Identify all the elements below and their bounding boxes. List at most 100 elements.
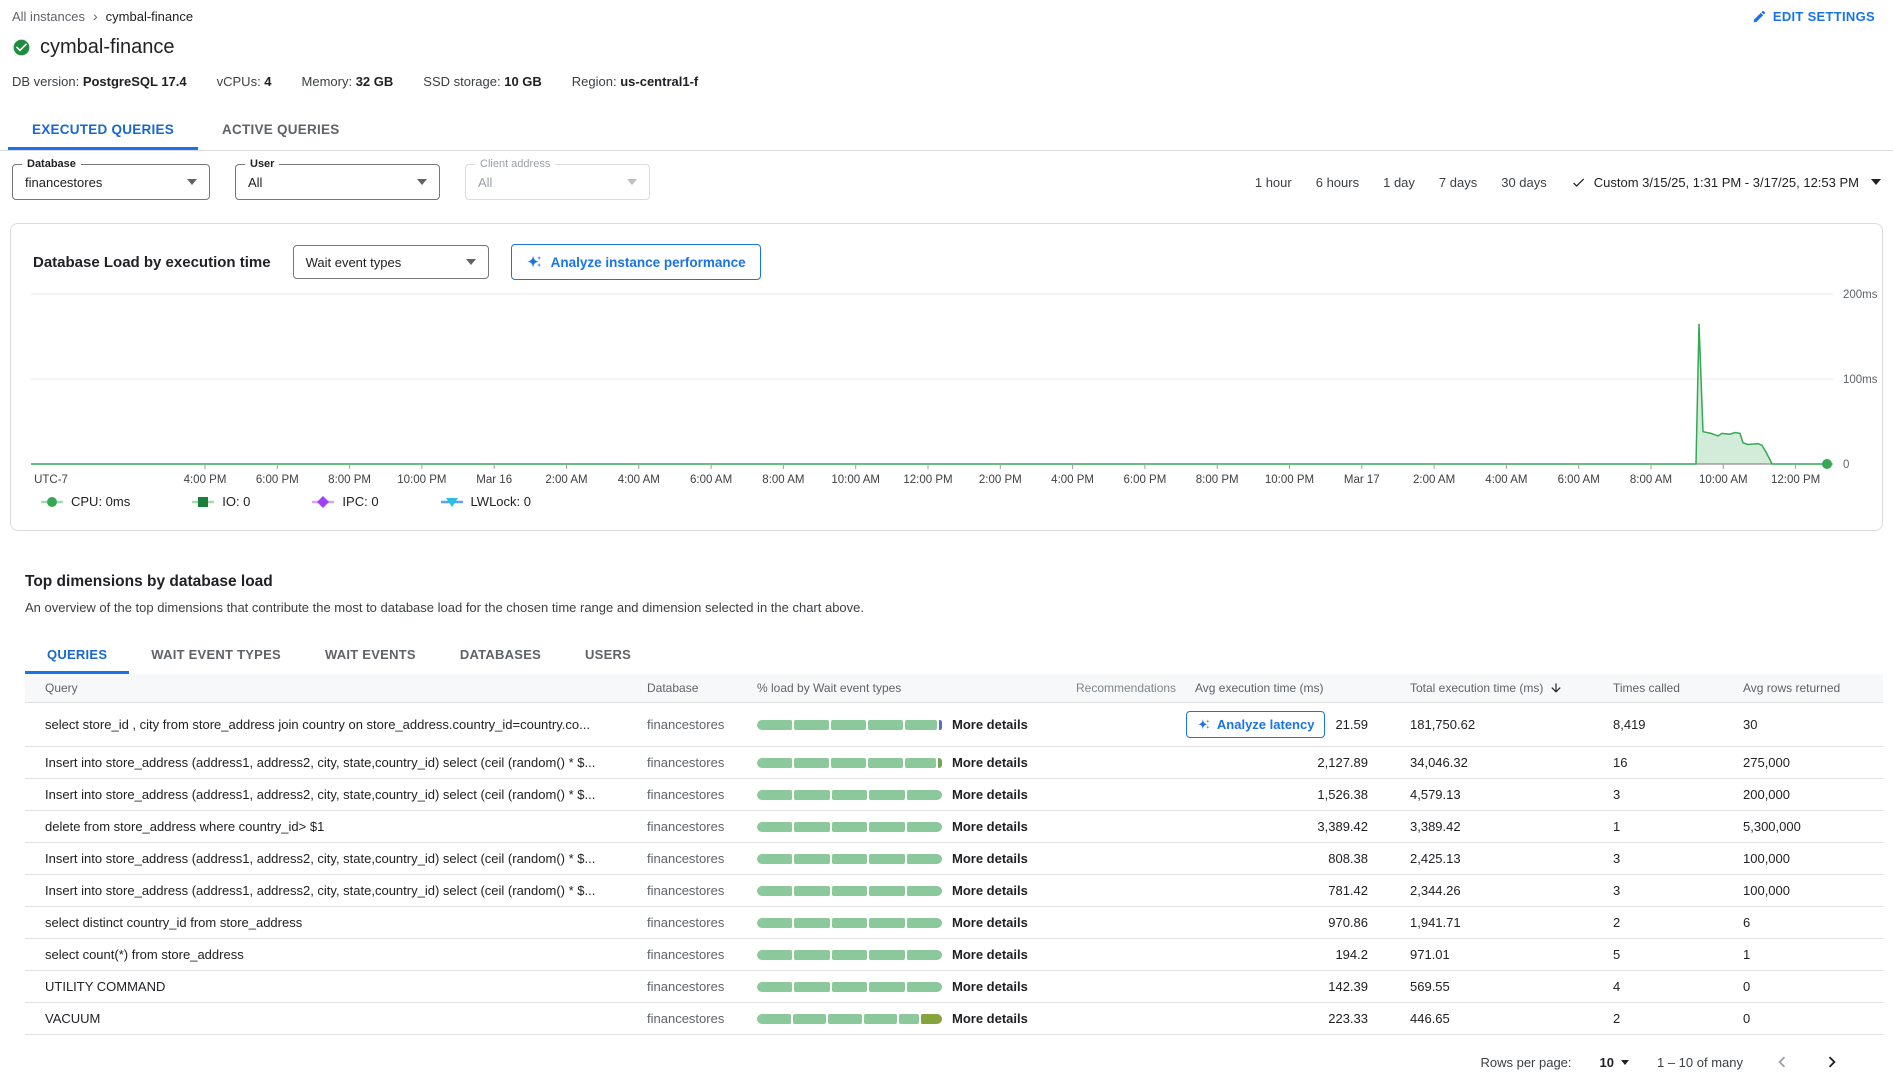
rows-per-page-select[interactable]: 10: [1600, 1055, 1629, 1070]
times-called-value: 4: [1601, 971, 1731, 1003]
avg-execution-time-value: 970.86: [1328, 915, 1368, 930]
column-header-db[interactable]: Database: [641, 674, 751, 703]
dimension-tab-databases[interactable]: DATABASES: [438, 637, 563, 674]
topbar: All instances › cymbal-finance EDIT SETT…: [0, 0, 1893, 24]
load-bar: [757, 982, 942, 992]
query-text-link[interactable]: VACUUM: [45, 1011, 100, 1026]
breadcrumb: All instances › cymbal-finance: [12, 8, 193, 24]
time-preset-6-hours[interactable]: 6 hours: [1316, 175, 1359, 190]
tab-active-queries[interactable]: ACTIVE QUERIES: [198, 111, 364, 150]
query-text-link[interactable]: delete from store_address where country_…: [45, 819, 324, 834]
avg-rows-returned-value: 0: [1731, 1003, 1883, 1035]
time-preset-30-days[interactable]: 30 days: [1501, 175, 1547, 190]
top-dimensions-title: Top dimensions by database load: [25, 573, 1883, 591]
more-details-link[interactable]: More details: [952, 819, 1028, 834]
dimension-tab-wait-event-types[interactable]: WAIT EVENT TYPES: [129, 637, 303, 674]
total-execution-time-value: 446.65: [1396, 1003, 1601, 1035]
time-preset-7-days[interactable]: 7 days: [1439, 175, 1477, 190]
time-preset-1-hour[interactable]: 1 hour: [1255, 175, 1292, 190]
times-called-value: 3: [1601, 779, 1731, 811]
avg-rows-returned-value: 30: [1731, 703, 1883, 747]
dimension-tab-queries[interactable]: QUERIES: [25, 637, 129, 674]
avg-execution-time-value: 21.59: [1335, 717, 1368, 732]
queries-table: QueryDatabase% load by Wait event typesR…: [25, 674, 1883, 1035]
sort-desc-icon: [1549, 681, 1563, 695]
next-page-button[interactable]: [1821, 1051, 1843, 1073]
avg-execution-time-value: 142.39: [1328, 979, 1368, 994]
analyze-instance-performance-button[interactable]: Analyze instance performance: [511, 244, 761, 280]
svg-text:0: 0: [1843, 459, 1849, 471]
avg-rows-returned-value: 100,000: [1731, 875, 1883, 907]
avg-execution-time-value: 781.42: [1328, 883, 1368, 898]
more-details-link[interactable]: More details: [952, 915, 1028, 930]
query-text-link[interactable]: Insert into store_address (address1, add…: [45, 755, 595, 770]
column-header-total[interactable]: Total execution time (ms): [1396, 674, 1601, 703]
previous-page-button[interactable]: [1771, 1051, 1793, 1073]
recommendations-cell: [1061, 939, 1181, 971]
chart-dimension-value: Wait event types: [306, 255, 402, 270]
more-details-link[interactable]: More details: [952, 1011, 1028, 1026]
more-details-link[interactable]: More details: [952, 947, 1028, 962]
breadcrumb-all-instances-link[interactable]: All instances: [12, 9, 85, 24]
svg-text:8:00 AM: 8:00 AM: [762, 474, 804, 486]
chart-dimension-select[interactable]: Wait event types: [293, 245, 489, 279]
svg-text:12:00 PM: 12:00 PM: [1771, 474, 1820, 486]
query-text-link[interactable]: select store_id , city from store_addres…: [45, 717, 590, 732]
more-details-link[interactable]: More details: [952, 717, 1028, 732]
dimension-tab-users[interactable]: USERS: [563, 637, 653, 674]
svg-text:2:00 AM: 2:00 AM: [1413, 474, 1455, 486]
query-text-link[interactable]: select distinct country_id from store_ad…: [45, 915, 302, 930]
query-text-link[interactable]: Insert into store_address (address1, add…: [45, 851, 595, 866]
more-details-link[interactable]: More details: [952, 979, 1028, 994]
load-bar: [757, 758, 942, 768]
analyze-latency-button[interactable]: Analyze latency: [1186, 711, 1326, 738]
query-text-link[interactable]: select count(*) from store_address: [45, 947, 244, 962]
user-select-value: All: [248, 175, 262, 190]
edit-settings-button[interactable]: EDIT SETTINGS: [1752, 9, 1875, 24]
times-called-value: 16: [1601, 747, 1731, 779]
spark-icon: [526, 254, 543, 271]
database-select[interactable]: Database financestores: [12, 164, 210, 200]
avg-rows-returned-value: 100,000: [1731, 843, 1883, 875]
recommendations-cell: [1061, 875, 1181, 907]
table-row: select count(*) from store_address finan…: [25, 939, 1883, 971]
rows-per-page-value: 10: [1600, 1055, 1614, 1070]
custom-time-range-button[interactable]: Custom 3/15/25, 1:31 PM - 3/17/25, 12:53…: [1571, 175, 1881, 190]
user-select-label: User: [245, 158, 279, 170]
user-select[interactable]: User All: [235, 164, 440, 200]
breadcrumb-current: cymbal-finance: [106, 9, 193, 24]
tab-executed-queries[interactable]: EXECUTED QUERIES: [8, 111, 198, 150]
column-header-query[interactable]: Query: [25, 674, 641, 703]
more-details-link[interactable]: More details: [952, 755, 1028, 770]
dimension-tabs: QUERIESWAIT EVENT TYPESWAIT EVENTSDATABA…: [25, 637, 1883, 674]
query-text-link[interactable]: Insert into store_address (address1, add…: [45, 787, 595, 802]
column-header-times[interactable]: Times called: [1601, 674, 1731, 703]
query-text-link[interactable]: Insert into store_address (address1, add…: [45, 883, 595, 898]
svg-text:10:00 PM: 10:00 PM: [397, 474, 446, 486]
main-tabs: EXECUTED QUERIESACTIVE QUERIES: [0, 111, 1893, 151]
more-details-link[interactable]: More details: [952, 883, 1028, 898]
column-header-rec[interactable]: Recommendations: [1061, 674, 1181, 703]
more-details-link[interactable]: More details: [952, 787, 1028, 802]
total-execution-time-value: 2,425.13: [1396, 843, 1601, 875]
database-select-value: financestores: [25, 175, 102, 190]
column-header-rows[interactable]: Avg rows returned: [1731, 674, 1883, 703]
dimension-tab-wait-events[interactable]: WAIT EVENTS: [303, 637, 438, 674]
column-header-avg[interactable]: Avg execution time (ms): [1181, 674, 1396, 703]
times-called-value: 2: [1601, 1003, 1731, 1035]
time-preset-1-day[interactable]: 1 day: [1383, 175, 1415, 190]
instance-meta-item: vCPUs: 4: [217, 74, 272, 89]
column-header-load[interactable]: % load by Wait event types: [751, 674, 1061, 703]
instance-meta-item: DB version: PostgreSQL 17.4: [12, 74, 187, 89]
custom-time-range-label: Custom 3/15/25, 1:31 PM - 3/17/25, 12:53…: [1594, 175, 1859, 190]
load-bar: [757, 918, 942, 928]
query-text-link[interactable]: UTILITY COMMAND: [45, 979, 165, 994]
database-cell: financestores: [641, 875, 751, 907]
breadcrumb-chevron-icon: ›: [93, 8, 98, 24]
more-details-link[interactable]: More details: [952, 851, 1028, 866]
total-execution-time-value: 4,579.13: [1396, 779, 1601, 811]
svg-text:Mar 16: Mar 16: [476, 474, 512, 486]
svg-text:4:00 PM: 4:00 PM: [184, 474, 227, 486]
chart-title: Database Load by execution time: [33, 254, 271, 271]
total-execution-time-value: 971.01: [1396, 939, 1601, 971]
